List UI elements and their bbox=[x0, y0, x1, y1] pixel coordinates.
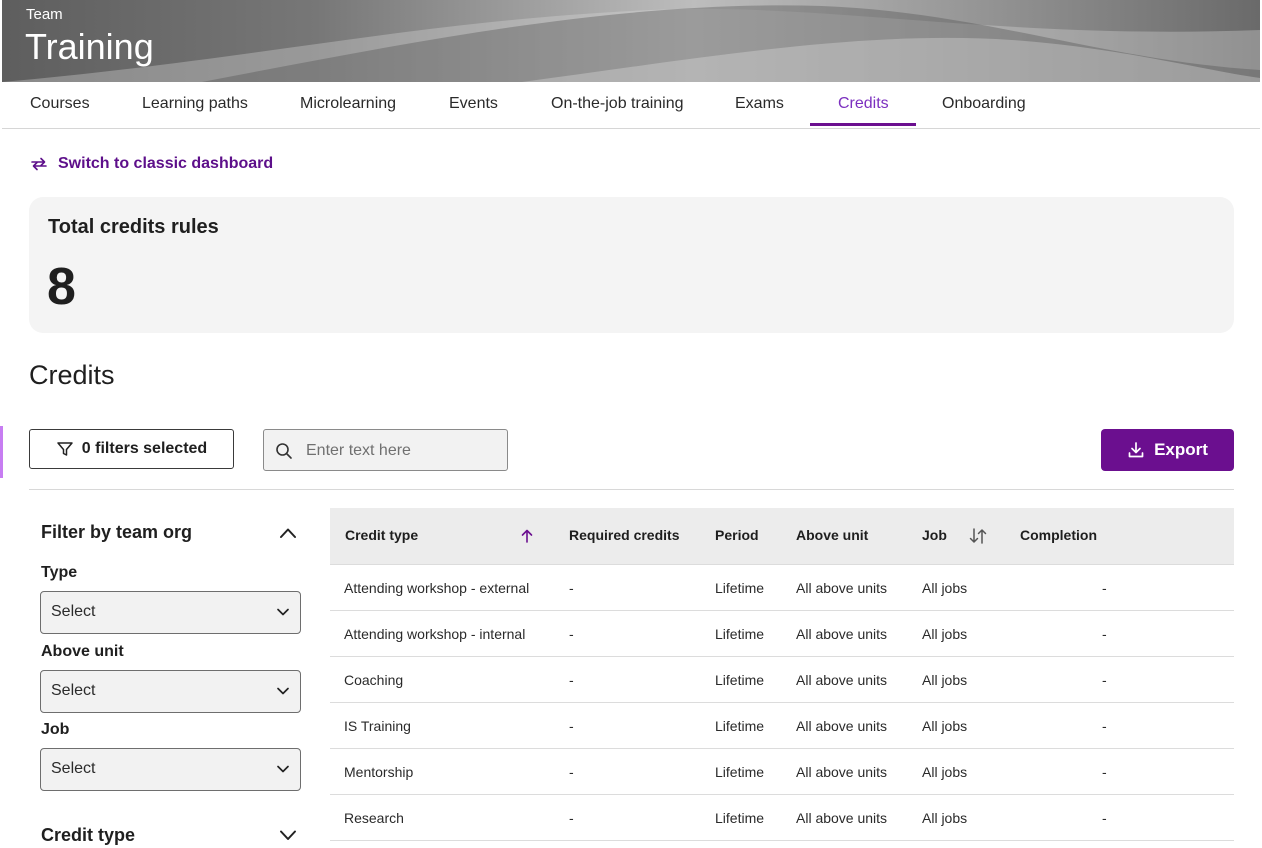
export-label: Export bbox=[1154, 440, 1208, 459]
cell-credit-type: Attending workshop - external bbox=[344, 580, 530, 596]
cell-required-credits: - bbox=[569, 764, 574, 780]
table-row[interactable]: Coaching - Lifetime All above units All … bbox=[330, 657, 1234, 703]
header-eyebrow: Team bbox=[26, 6, 63, 23]
table-row[interactable]: Research - Lifetime All above units All … bbox=[330, 795, 1234, 841]
job-filter-label: Job bbox=[41, 721, 70, 738]
cell-above-unit: All above units bbox=[796, 580, 888, 596]
cell-period: Lifetime bbox=[715, 580, 765, 596]
cell-required-credits: - bbox=[569, 718, 574, 734]
chevron-down-icon bbox=[277, 687, 289, 695]
cell-credit-type: Research bbox=[344, 810, 404, 826]
tab-courses[interactable]: Courses bbox=[30, 82, 90, 126]
filters-button[interactable]: 0 filters selected bbox=[29, 429, 234, 469]
tab-bar: Courses Learning paths Microlearning Eve… bbox=[2, 82, 1260, 129]
cell-period: Lifetime bbox=[715, 764, 765, 780]
filter-panel-heading: Filter by team org bbox=[41, 522, 193, 542]
column-header-completion[interactable]: Completion bbox=[1020, 527, 1097, 543]
table-row[interactable]: Attending workshop - internal - Lifetime… bbox=[330, 611, 1234, 657]
column-header-period[interactable]: Period bbox=[715, 527, 759, 543]
cell-job: All jobs bbox=[922, 626, 968, 642]
column-header-required-credits[interactable]: Required credits bbox=[569, 527, 679, 543]
cell-above-unit: All above units bbox=[796, 718, 888, 734]
search-icon bbox=[276, 443, 292, 459]
cell-required-credits: - bbox=[569, 672, 574, 688]
swap-arrows-icon bbox=[31, 157, 47, 171]
column-header-above-unit[interactable]: Above unit bbox=[796, 527, 868, 543]
cell-completion: - bbox=[1102, 764, 1107, 780]
cell-above-unit: All above units bbox=[796, 626, 888, 642]
page-title: Training bbox=[25, 26, 154, 67]
switch-classic-dashboard-label: Switch to classic dashboard bbox=[58, 155, 274, 172]
section-title: Credits bbox=[29, 360, 115, 390]
cell-job: All jobs bbox=[922, 672, 968, 688]
column-header-credit-type[interactable]: Credit type bbox=[345, 527, 418, 543]
sort-ascending-icon[interactable] bbox=[520, 528, 534, 544]
tab-learning-paths[interactable]: Learning paths bbox=[142, 82, 248, 126]
cell-above-unit: All above units bbox=[796, 672, 888, 688]
download-icon bbox=[1128, 442, 1144, 458]
tab-events[interactable]: Events bbox=[449, 82, 498, 126]
table-header: Credit type Required credits Period Abov… bbox=[330, 508, 1234, 565]
tab-microlearning[interactable]: Microlearning bbox=[300, 82, 396, 126]
card-title: Total credits rules bbox=[48, 216, 219, 238]
sort-toggle-icon[interactable] bbox=[968, 527, 988, 545]
above-unit-select-value: Select bbox=[51, 682, 96, 699]
table-row[interactable]: IS Training - Lifetime All above units A… bbox=[330, 703, 1234, 749]
above-unit-filter-label: Above unit bbox=[41, 643, 124, 660]
header-banner: Team Training bbox=[2, 0, 1260, 82]
chevron-up-icon[interactable] bbox=[279, 526, 297, 540]
credits-table: Credit type Required credits Period Abov… bbox=[330, 508, 1234, 841]
chevron-down-icon bbox=[277, 608, 289, 616]
filter-funnel-icon bbox=[57, 442, 73, 456]
job-select-value: Select bbox=[51, 760, 96, 777]
search-input[interactable] bbox=[304, 438, 503, 464]
table-row[interactable]: Mentorship - Lifetime All above units Al… bbox=[330, 749, 1234, 795]
cell-period: Lifetime bbox=[715, 810, 765, 826]
chevron-down-icon bbox=[277, 765, 289, 773]
cell-completion: - bbox=[1102, 580, 1107, 596]
cell-credit-type: Coaching bbox=[344, 672, 404, 688]
type-filter-label: Type bbox=[41, 564, 78, 581]
cell-job: All jobs bbox=[922, 718, 968, 734]
credit-type-filter-heading: Credit type bbox=[41, 825, 136, 845]
tab-exams[interactable]: Exams bbox=[735, 82, 784, 126]
search-box bbox=[263, 429, 508, 471]
total-credits-rules-card: Total credits rules 8 bbox=[29, 197, 1234, 333]
cell-period: Lifetime bbox=[715, 718, 765, 734]
cell-completion: - bbox=[1102, 626, 1107, 642]
cell-completion: - bbox=[1102, 672, 1107, 688]
cell-job: All jobs bbox=[922, 810, 968, 826]
cell-job: All jobs bbox=[922, 764, 968, 780]
export-button[interactable]: Export bbox=[1101, 429, 1234, 471]
cell-required-credits: - bbox=[569, 810, 574, 826]
cell-period: Lifetime bbox=[715, 672, 765, 688]
cell-completion: - bbox=[1102, 810, 1107, 826]
above-unit-select[interactable]: Select bbox=[40, 670, 301, 713]
tab-onboarding[interactable]: Onboarding bbox=[942, 82, 1026, 126]
column-header-job[interactable]: Job bbox=[922, 527, 947, 543]
filters-label: 0 filters selected bbox=[81, 440, 208, 457]
type-select[interactable]: Select bbox=[40, 591, 301, 634]
card-value: 8 bbox=[47, 258, 76, 316]
toolbar-divider bbox=[29, 489, 1234, 490]
cell-above-unit: All above units bbox=[796, 764, 888, 780]
cell-period: Lifetime bbox=[715, 626, 765, 642]
cell-credit-type: IS Training bbox=[344, 718, 411, 734]
cell-above-unit: All above units bbox=[796, 810, 888, 826]
tab-credits[interactable]: Credits bbox=[810, 82, 916, 126]
banner-wave-graphic bbox=[2, 5, 1260, 82]
cell-credit-type: Mentorship bbox=[344, 764, 414, 780]
cell-credit-type: Attending workshop - internal bbox=[344, 626, 526, 642]
job-select[interactable]: Select bbox=[40, 748, 301, 791]
cell-completion: - bbox=[1102, 718, 1107, 734]
cell-job: All jobs bbox=[922, 580, 968, 596]
left-edge-indicator bbox=[0, 426, 3, 478]
table-row[interactable]: Attending workshop - external - Lifetime… bbox=[330, 565, 1234, 611]
cell-required-credits: - bbox=[569, 626, 574, 642]
chevron-down-icon[interactable] bbox=[279, 828, 297, 842]
switch-classic-dashboard-link[interactable]: Switch to classic dashboard bbox=[30, 155, 273, 173]
tab-on-the-job-training[interactable]: On-the-job training bbox=[551, 82, 684, 126]
type-select-value: Select bbox=[51, 603, 96, 620]
cell-required-credits: - bbox=[569, 580, 574, 596]
